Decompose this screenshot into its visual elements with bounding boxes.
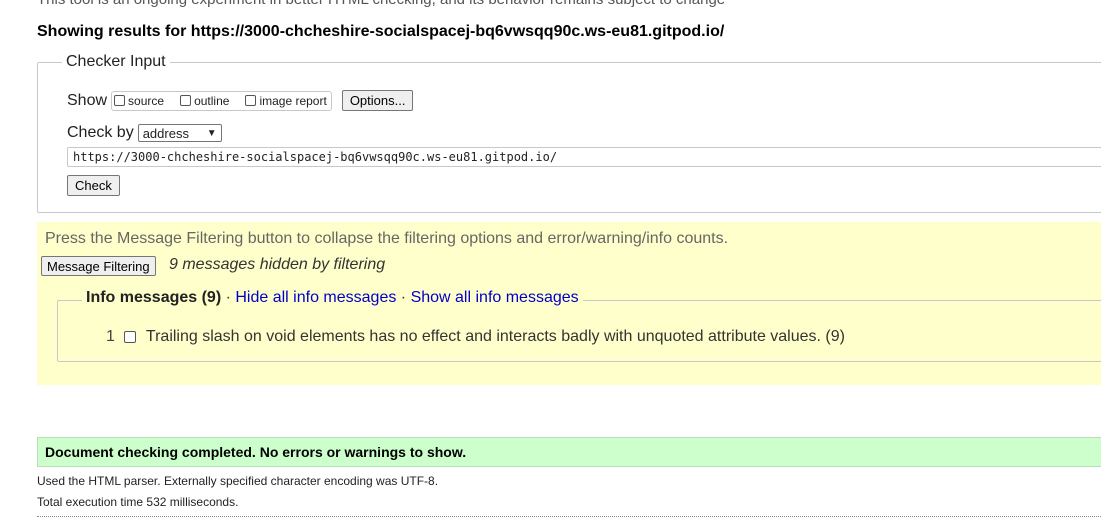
check-by-label: Check by xyxy=(67,124,134,141)
hidden-messages-count: 9 messages hidden by filtering xyxy=(169,256,386,273)
show-label: Show xyxy=(67,91,108,109)
checker-input-legend: Checker Input xyxy=(62,53,170,71)
success-message: Document checking completed. No errors o… xyxy=(37,437,1101,467)
check-by-row: Check by address ▼ xyxy=(67,124,222,142)
options-button[interactable]: Options... xyxy=(341,90,414,111)
legend-separator: · xyxy=(221,289,236,306)
outline-label: outline xyxy=(194,93,230,108)
message-filtering-panel: Press the Message Filtering button to co… xyxy=(37,222,1101,385)
show-options-group: source outline image report xyxy=(111,90,332,111)
chevron-down-icon: ▼ xyxy=(206,127,217,139)
message-text: Trailing slash on void elements has no e… xyxy=(145,328,845,345)
message-checkbox[interactable] xyxy=(123,331,136,343)
check-by-select[interactable]: address ▼ xyxy=(137,124,222,142)
divider xyxy=(37,516,1101,517)
show-source-option[interactable]: source xyxy=(114,94,164,108)
source-label: source xyxy=(128,93,165,108)
show-outline-option[interactable]: outline xyxy=(180,94,229,108)
show-info-messages-link[interactable]: Show all info messages xyxy=(411,289,579,306)
show-row: Show source outline image report Options… xyxy=(67,90,414,111)
results-heading: Showing results for https://3000-chchesh… xyxy=(37,23,725,40)
url-input[interactable]: https://3000-chcheshire-socialspacej-bq6… xyxy=(67,147,1101,167)
legend-separator: · xyxy=(396,289,411,306)
message-number: 1 xyxy=(106,328,115,345)
info-message-row: 1 Trailing slash on void elements has no… xyxy=(106,328,845,346)
source-checkbox[interactable] xyxy=(114,95,126,106)
checker-input-fieldset: Checker Input Show source outline image … xyxy=(37,53,1101,213)
info-messages-fieldset: Info messages (9) · Hide all info messag… xyxy=(57,289,1101,362)
check-by-value: address xyxy=(142,125,189,141)
message-filtering-button[interactable]: Message Filtering xyxy=(41,256,156,276)
image-report-checkbox[interactable] xyxy=(245,95,257,106)
execution-time: Total execution time 532 milliseconds. xyxy=(37,495,239,509)
image-report-label: image report xyxy=(259,93,327,108)
filtering-note: Press the Message Filtering button to co… xyxy=(45,230,729,247)
parser-info: Used the HTML parser. Externally specifi… xyxy=(37,474,439,488)
page: This tool is an ongoing experiment in be… xyxy=(0,0,1101,527)
info-messages-title: Info messages (9) xyxy=(86,289,222,306)
info-messages-legend: Info messages (9) · Hide all info messag… xyxy=(82,289,583,307)
hide-info-messages-link[interactable]: Hide all info messages xyxy=(235,289,396,306)
check-button[interactable]: Check xyxy=(67,175,120,196)
outline-checkbox[interactable] xyxy=(180,95,192,106)
show-image-report-option[interactable]: image report xyxy=(245,93,327,108)
experiment-note: This tool is an ongoing experiment in be… xyxy=(37,0,725,8)
